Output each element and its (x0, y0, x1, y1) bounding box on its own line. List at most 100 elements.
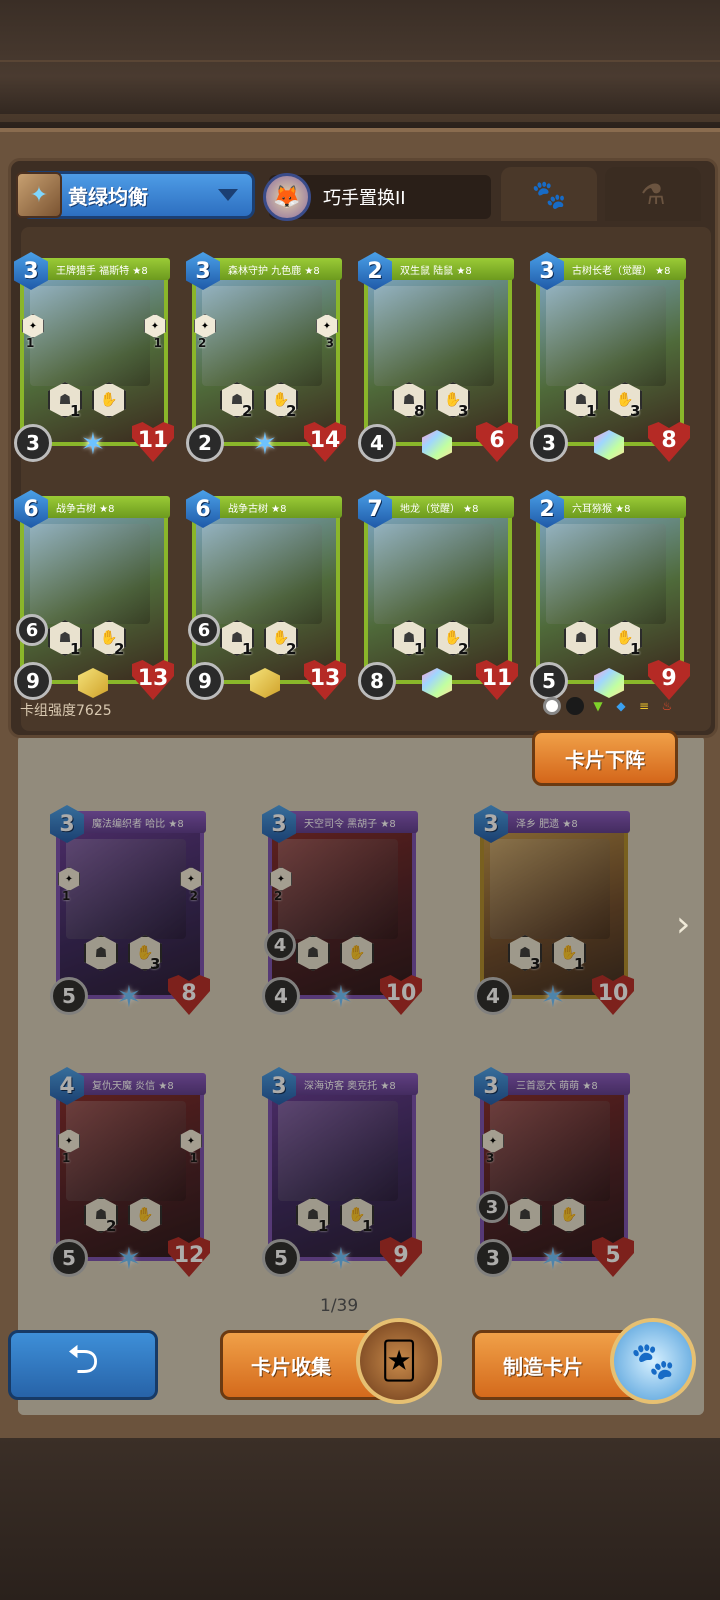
card-art (202, 524, 322, 624)
hero-selector[interactable]: 🦊 巧手置换II (263, 173, 491, 221)
deck-card[interactable]: 古树长老（觉醒） ★8 3 ☗ ✋ 1 3 3 8 (530, 252, 690, 462)
skill-value: 2 (286, 640, 297, 658)
card-health: 6 (476, 422, 518, 462)
card-name: 战争古树 ★8 (228, 503, 287, 515)
side-ability-value: 1 (26, 336, 35, 350)
card-attack: 9 (186, 662, 224, 700)
green-icon[interactable]: ▼ (589, 697, 607, 715)
card-collection-area: 魔法编织者 哈比 ★8 3 ✦ 1 ✦ 2 ☗ ✋ 3 5 8 ✶ 天空司令 黑胡子 ★8 3 ✦ 2 ☗ ✋ 4 4… (18, 735, 704, 1415)
card-art (30, 524, 150, 624)
card-art (546, 286, 666, 386)
tab-paw[interactable]: 🐾 (501, 167, 597, 221)
card-name: 地龙（觉醒） ★8 (400, 503, 479, 515)
flask-icon: ⚗ (640, 177, 666, 211)
paw-icon: 🐾 (531, 177, 567, 211)
skill-value: 1 (242, 640, 253, 658)
card-attack: 3 (530, 424, 568, 462)
red-icon[interactable]: ♨ (658, 697, 676, 715)
collect-label: 卡片收集 (251, 1354, 331, 1379)
back-button[interactable]: ⮌ (8, 1330, 158, 1400)
deck-name: 黄绿均衡 (68, 184, 148, 209)
remove-card-button[interactable]: 卡片下阵 (532, 730, 678, 786)
card-art (546, 524, 666, 624)
extra-stat: 6 (16, 614, 48, 646)
yellow-icon[interactable]: ≡ (635, 697, 653, 715)
collection-dim-overlay (18, 735, 704, 1415)
deck-card[interactable]: 地龙（觉醒） ★8 7 ☗ ✋ 1 2 8 11 (358, 490, 518, 700)
deck-card[interactable]: 战争古树 ★8 6 ☗ ✋ 1 2 6 9 13 (14, 490, 174, 700)
card-health: 11 (476, 660, 518, 700)
card-attack: 8 (358, 662, 396, 700)
deck-card[interactable]: 森林守护 九色鹿 ★8 3 ✦ 2 ✦ 3 ☗ ✋ 2 2 2 14 ✶ (186, 252, 346, 462)
skill-value: 3 (458, 402, 469, 420)
card-name: 森林守护 九色鹿 ★8 (228, 265, 320, 277)
card-health: 11 (132, 422, 174, 462)
card-name-banner: 古树长老（觉醒） ★8 (550, 258, 686, 280)
card-health: 9 (648, 660, 690, 700)
card-attack: 2 (186, 424, 224, 462)
card-art (374, 524, 494, 624)
card-art (374, 286, 494, 386)
card-name-banner: 战争古树 ★8 (34, 496, 170, 518)
hero-name: 巧手置换II (323, 188, 406, 209)
star-icon: ✶ (252, 427, 278, 462)
skill-value: 1 (630, 640, 641, 658)
card-name-banner: 森林守护 九色鹿 ★8 (206, 258, 342, 280)
extra-stat: 6 (188, 614, 220, 646)
deck-power: 卡组强度7625 (20, 703, 112, 719)
page-indicator: 1/39 (320, 1296, 359, 1316)
craft-label: 制造卡片 (503, 1354, 583, 1379)
card-art (30, 286, 150, 386)
card-name: 战争古树 ★8 (56, 503, 115, 515)
card-art (202, 286, 322, 386)
card-name: 王牌猎手 福斯特 ★8 (56, 265, 148, 277)
decor-line (0, 60, 720, 62)
book-icon: ✦ (16, 172, 62, 218)
card-health: 8 (648, 422, 690, 462)
tab-flask[interactable]: ⚗ (605, 167, 701, 221)
card-name-banner: 双生鼠 陆鼠 ★8 (378, 258, 514, 280)
card-name: 双生鼠 陆鼠 ★8 (400, 265, 472, 277)
deck-card[interactable]: 双生鼠 陆鼠 ★8 2 ☗ ✋ 8 3 4 6 (358, 252, 518, 462)
bottom-decor-band (0, 1438, 720, 1600)
chevron-down-icon (218, 189, 238, 201)
paw-jar-icon[interactable]: 🐾 (610, 1318, 696, 1404)
deck-select-dropdown[interactable]: ✦ 黄绿均衡 (16, 171, 255, 219)
back-arrow-icon: ⮌ (66, 1337, 100, 1383)
card-health: 14 (304, 422, 346, 462)
color-filters: ▼ ◆ ≡ ♨ (543, 697, 676, 715)
card-attack: 3 (14, 424, 52, 462)
deck-card[interactable]: 王牌猎手 福斯特 ★8 3 ✦ 1 ✦ 1 ☗ ✋ 1 3 11 ✶ (14, 252, 174, 462)
card-pack-icon[interactable]: 🃏 (356, 1318, 442, 1404)
neutral-icon[interactable] (566, 697, 584, 715)
card-attack: 4 (358, 424, 396, 462)
skill-value: 1 (414, 640, 425, 658)
card-health: 13 (132, 660, 174, 700)
card-name: 古树长老（觉醒） ★8 (572, 265, 671, 277)
deck-card[interactable]: 六耳猕猴 ★8 2 ☗ ✋ 1 5 9 (530, 490, 690, 700)
next-page-arrow-icon[interactable]: › (676, 905, 696, 945)
hero-portrait: 🦊 (263, 173, 311, 221)
top-decor-band (0, 0, 720, 128)
skill-value: 3 (630, 402, 641, 420)
card-attack: 5 (530, 662, 568, 700)
star-icon: ✶ (80, 427, 106, 462)
card-name-banner: 地龙（觉醒） ★8 (378, 496, 514, 518)
blue-icon[interactable]: ◆ (612, 697, 630, 715)
side-ability-value: 1 (153, 336, 162, 350)
card-attack: 9 (14, 662, 52, 700)
skill-value: 1 (70, 640, 81, 658)
card-name-banner: 六耳猕猴 ★8 (550, 496, 686, 518)
card-health: 13 (304, 660, 346, 700)
side-ability-value: 2 (198, 336, 207, 350)
deck-card[interactable]: 战争古树 ★8 6 ☗ ✋ 1 2 6 9 13 (186, 490, 346, 700)
skill-value: 1 (586, 402, 597, 420)
bottom-bar: ⮌ 卡片收集 🃏 制造卡片 🐾 (0, 1318, 720, 1430)
card-name-banner: 王牌猎手 福斯特 ★8 (34, 258, 170, 280)
card-name: 六耳猕猴 ★8 (572, 503, 631, 515)
skill-value: 2 (458, 640, 469, 658)
skill-value: 2 (114, 640, 125, 658)
side-ability-value: 3 (325, 336, 334, 350)
all-filter-icon[interactable] (543, 697, 561, 715)
skill-value: 2 (242, 402, 253, 420)
